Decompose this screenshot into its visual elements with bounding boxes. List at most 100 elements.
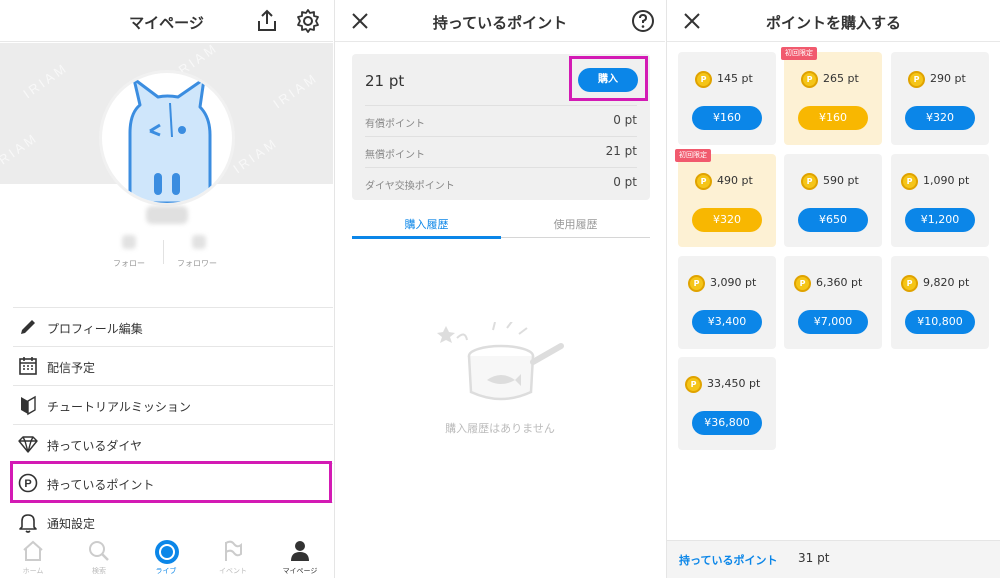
nav-mypage[interactable]: マイページ xyxy=(267,538,333,578)
menu-item-profile-edit[interactable]: プロフィール編集 xyxy=(13,307,333,346)
mypage-menu: プロフィール編集 配信予定 チュートリアルミッション 持っているダイヤ P 持っ… xyxy=(13,307,333,541)
menu-item-tutorial[interactable]: チュートリアルミッション xyxy=(13,385,333,424)
package-points: 9,820 pt xyxy=(923,276,970,289)
package-points: 290 pt xyxy=(930,72,966,85)
pencil-icon xyxy=(21,320,35,334)
point-package-card[interactable]: P 590 pt ¥650 xyxy=(784,154,882,247)
search-icon xyxy=(89,541,109,561)
package-points: 3,090 pt xyxy=(710,276,757,289)
tab-purchase-history[interactable]: 購入履歴 xyxy=(352,216,501,232)
diamond-icon xyxy=(18,436,38,453)
share-icon[interactable] xyxy=(254,8,280,34)
menu-item-diamond[interactable]: 持っているダイヤ xyxy=(13,424,333,463)
gear-icon[interactable] xyxy=(295,8,321,34)
package-points: 1,090 pt xyxy=(923,174,970,187)
package-points: 33,450 pt xyxy=(707,377,761,390)
points-row-free: 無償ポイント 21 pt xyxy=(365,136,637,167)
price-button[interactable]: ¥10,800 xyxy=(905,310,975,334)
points-total: 21 pt xyxy=(365,72,405,90)
point-package-card[interactable]: P 265 pt ¥160 初回限定 xyxy=(781,47,882,145)
price-button[interactable]: ¥160 xyxy=(692,106,762,130)
points-row-value: 21 pt xyxy=(605,144,637,158)
coin-icon: P xyxy=(685,376,702,393)
bell-icon xyxy=(19,514,37,533)
tab-usage-history[interactable]: 使用履歴 xyxy=(501,216,650,232)
menu-item-schedule[interactable]: 配信予定 xyxy=(13,346,333,385)
buy-button-highlight xyxy=(569,56,648,101)
coin-icon: P xyxy=(901,173,918,190)
watermark-text: IRIAM xyxy=(20,59,71,102)
nav-search[interactable]: 検索 xyxy=(66,538,132,578)
watermark-text: IRIAM xyxy=(230,134,281,177)
flag-icon xyxy=(225,540,242,561)
beginner-mark-icon xyxy=(21,395,36,416)
point-package-card[interactable]: P 290 pt ¥320 xyxy=(891,52,989,145)
page-title: ポイントを購入する xyxy=(765,14,901,32)
point-package-card[interactable]: P 33,450 pt ¥36,800 xyxy=(678,357,776,450)
point-package-card[interactable]: P 6,360 pt ¥7,000 xyxy=(784,256,882,349)
price-button[interactable]: ¥3,400 xyxy=(692,310,762,334)
price-button[interactable]: ¥320 xyxy=(692,208,762,232)
calendar-icon xyxy=(19,357,37,375)
menu-item-label: 配信予定 xyxy=(47,361,96,375)
coin-icon: P xyxy=(688,275,705,292)
point-package-card[interactable]: P 3,090 pt ¥3,400 xyxy=(678,256,776,349)
menu-item-label: チュートリアルミッション xyxy=(47,400,191,414)
help-icon[interactable] xyxy=(630,8,656,34)
price-button[interactable]: ¥36,800 xyxy=(692,411,762,435)
history-tabs: 購入履歴 使用履歴 xyxy=(352,210,650,239)
coin-icon: P xyxy=(901,275,918,292)
menu-item-label: プロフィール編集 xyxy=(47,322,143,336)
price-button[interactable]: ¥160 xyxy=(798,106,868,130)
point-package-card[interactable]: P 9,820 pt ¥10,800 xyxy=(891,256,989,349)
nav-label: ライブ xyxy=(155,567,177,575)
watermark-text: IRIAM xyxy=(0,129,41,172)
follower-label[interactable]: フォロワー xyxy=(177,258,217,269)
watermark-text: IRIAM xyxy=(270,69,321,112)
home-icon xyxy=(23,540,43,561)
nav-home[interactable]: ホーム xyxy=(0,538,66,578)
package-points: 145 pt xyxy=(717,72,753,85)
price-button[interactable]: ¥1,200 xyxy=(905,208,975,232)
price-button[interactable]: ¥7,000 xyxy=(798,310,868,334)
points-header: 持っているポイント xyxy=(335,0,665,42)
coin-icon: P xyxy=(801,71,818,88)
package-points: 6,360 pt xyxy=(816,276,863,289)
price-button[interactable]: ¥650 xyxy=(798,208,868,232)
empty-pot-icon xyxy=(437,322,564,401)
page-title: マイページ xyxy=(129,14,204,32)
footer-label: 持っているポイント xyxy=(679,554,778,567)
nav-live[interactable]: ライブ xyxy=(133,538,199,578)
points-menu-highlight xyxy=(10,461,332,503)
package-points: 490 pt xyxy=(717,174,753,187)
point-package-card[interactable]: P 1,090 pt ¥1,200 xyxy=(891,154,989,247)
shop-header: ポイントを購入する xyxy=(667,0,1000,42)
mypage-header: マイページ xyxy=(0,0,333,42)
coin-icon: P xyxy=(794,275,811,292)
package-points: 265 pt xyxy=(823,72,859,85)
coin-icon: P xyxy=(908,71,925,88)
coin-icon: P xyxy=(801,173,818,190)
price-button[interactable]: ¥320 xyxy=(905,106,975,130)
follower-count-blurred xyxy=(192,235,206,249)
points-row-value: 0 pt xyxy=(613,113,637,127)
avatar[interactable] xyxy=(99,70,235,206)
footer-points-value: 31 pt xyxy=(798,551,830,565)
point-package-card[interactable]: P 145 pt ¥160 xyxy=(678,52,776,145)
mypage-screen: マイページ IRIAM IRIAM IRIAM IRIAM IRIAM フォロー… xyxy=(0,0,333,578)
point-package-card[interactable]: P 490 pt ¥320 初回限定 xyxy=(675,149,776,247)
nav-event[interactable]: イベント xyxy=(200,538,266,578)
first-time-badge: 初回限定 xyxy=(781,47,817,60)
menu-item-notification[interactable]: 通知設定 xyxy=(13,502,333,541)
points-row-paid: 有償ポイント 0 pt xyxy=(365,105,637,136)
shop-screen: ポイントを購入する P 145 pt ¥160 P 265 pt ¥160 初回限定 P 290… xyxy=(666,0,1000,578)
active-tab-indicator xyxy=(352,236,501,239)
points-row-label: 有償ポイント xyxy=(365,119,425,130)
cat-avatar-icon xyxy=(128,77,212,203)
bottom-nav: ホーム 検索 ライブ イベント マイページ xyxy=(0,538,333,578)
follow-label[interactable]: フォロー xyxy=(113,258,145,269)
nav-label: ホーム xyxy=(22,567,44,575)
menu-item-label: 持っているダイヤ xyxy=(47,439,143,453)
live-icon xyxy=(155,540,179,564)
menu-item-label: 通知設定 xyxy=(47,517,96,531)
